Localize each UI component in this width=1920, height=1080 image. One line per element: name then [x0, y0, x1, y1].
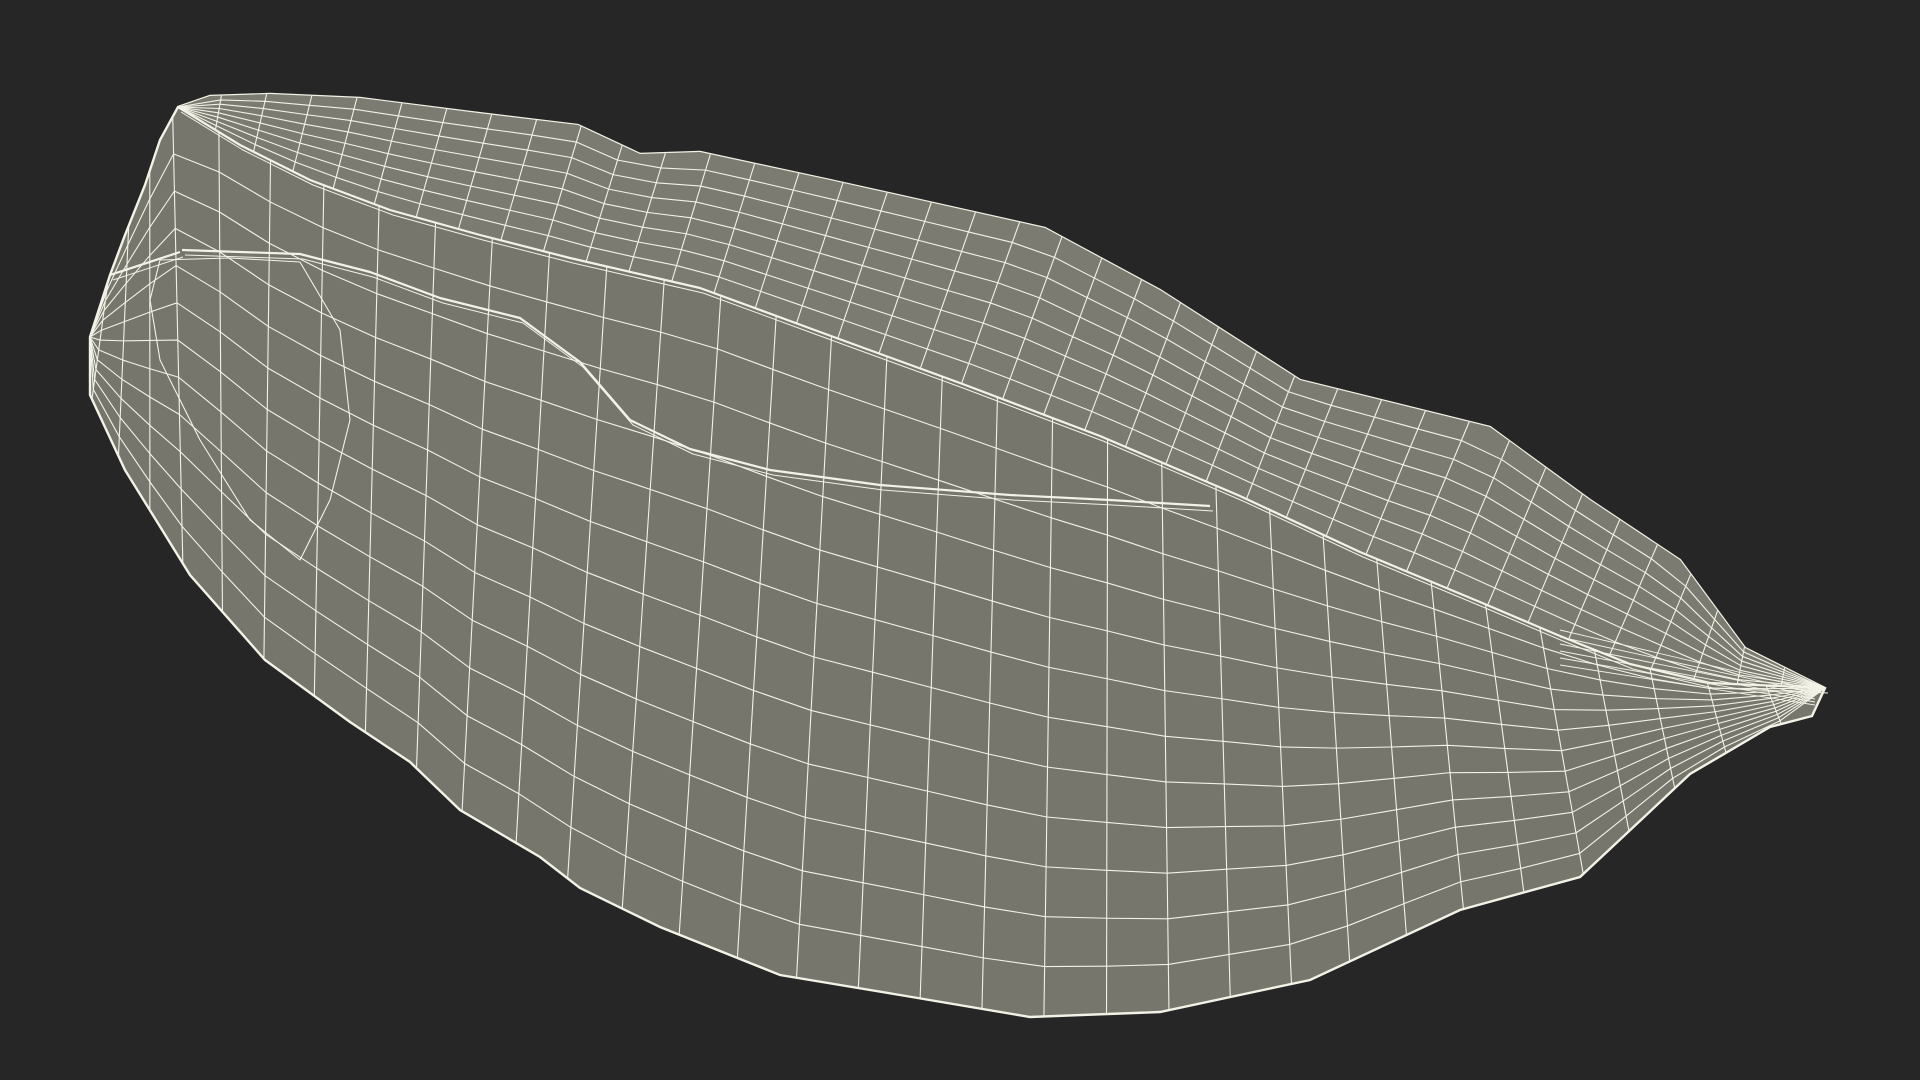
3d-viewport[interactable] — [0, 0, 1920, 1080]
wireframe-model — [0, 0, 1920, 1080]
